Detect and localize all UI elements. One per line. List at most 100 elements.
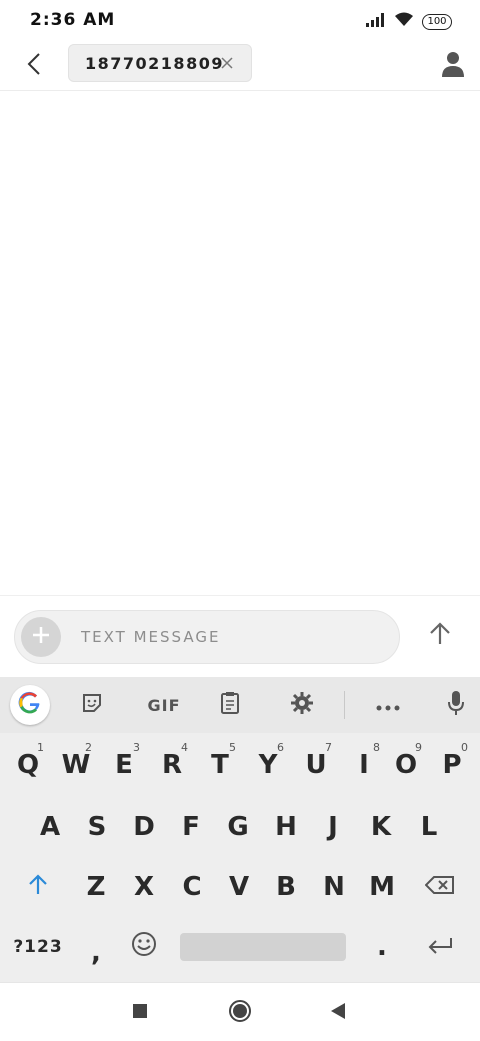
key-label: .	[377, 932, 387, 962]
back-button[interactable]	[18, 46, 50, 86]
status-time: 2:36 AM	[30, 10, 116, 30]
recipient-chip[interactable]: 18770218809	[68, 44, 252, 82]
comma-key[interactable]: ,	[76, 927, 116, 979]
key-c[interactable]: C	[172, 861, 212, 913]
key-label: V	[228, 872, 250, 902]
backspace-icon	[424, 872, 455, 902]
key-w[interactable]: W2	[56, 739, 96, 791]
sticker-icon	[81, 692, 103, 718]
key-hint: 4	[181, 741, 188, 754]
key-x[interactable]: X	[124, 861, 164, 913]
recents-button[interactable]	[126, 999, 154, 1027]
key-t[interactable]: T5	[200, 739, 240, 791]
settings-button[interactable]	[282, 685, 322, 725]
key-label: S	[87, 812, 107, 842]
remove-recipient-button[interactable]	[217, 53, 237, 73]
attach-button[interactable]	[21, 617, 61, 657]
recents-square-icon	[132, 1003, 148, 1023]
clipboard-button[interactable]	[210, 685, 250, 725]
google-g-icon	[18, 691, 42, 719]
compose-field	[14, 610, 400, 664]
mic-icon	[447, 690, 465, 720]
send-arrow-icon	[429, 622, 451, 650]
key-u[interactable]: U7	[296, 739, 336, 791]
key-label: O	[394, 750, 418, 780]
key-m[interactable]: M	[362, 861, 402, 913]
key-label: N	[323, 872, 345, 902]
enter-key[interactable]	[420, 921, 460, 973]
voice-input-button[interactable]	[436, 685, 476, 725]
key-hint: 7	[325, 741, 332, 754]
key-g[interactable]: G	[218, 801, 258, 853]
key-label: P	[442, 750, 462, 780]
key-r[interactable]: R4	[152, 739, 192, 791]
key-v[interactable]: V	[219, 861, 259, 913]
key-label: G	[227, 812, 249, 842]
send-button[interactable]	[422, 616, 458, 656]
status-icons: 100	[366, 12, 452, 31]
key-label: J	[328, 812, 338, 842]
key-label: Z	[86, 872, 106, 902]
wifi-icon	[394, 12, 414, 31]
key-s[interactable]: S	[77, 801, 117, 853]
key-label: Y	[258, 750, 278, 780]
key-label: L	[420, 812, 438, 842]
key-y[interactable]: Y6	[248, 739, 288, 791]
key-o[interactable]: O9	[386, 739, 426, 791]
message-input[interactable]	[81, 611, 381, 663]
space-key[interactable]	[180, 933, 346, 961]
message-list[interactable]	[0, 91, 480, 595]
back-arrow-icon	[27, 52, 41, 80]
key-i[interactable]: I8	[344, 739, 384, 791]
emoji-key[interactable]	[124, 921, 164, 973]
key-e[interactable]: E3	[104, 739, 144, 791]
key-n[interactable]: N	[314, 861, 354, 913]
key-j[interactable]: J	[313, 801, 353, 853]
key-label: B	[276, 872, 296, 902]
home-button[interactable]	[226, 999, 254, 1027]
key-a[interactable]: A	[30, 801, 70, 853]
key-label: T	[211, 750, 229, 780]
key-label: F	[182, 812, 200, 842]
signal-icon	[366, 12, 386, 31]
google-search-button[interactable]	[10, 685, 50, 725]
enter-arrow-icon	[427, 932, 453, 962]
key-b[interactable]: B	[266, 861, 306, 913]
key-label: W	[61, 750, 91, 780]
key-label: X	[133, 872, 155, 902]
key-h[interactable]: H	[266, 801, 306, 853]
shift-arrow-icon	[28, 872, 48, 902]
key-label: H	[275, 812, 297, 842]
gif-button[interactable]: GIF	[136, 685, 192, 725]
key-hint: 1	[37, 741, 44, 754]
more-button[interactable]	[368, 685, 408, 725]
sticker-button[interactable]	[72, 685, 112, 725]
backspace-key[interactable]	[420, 861, 460, 913]
key-z[interactable]: Z	[76, 861, 116, 913]
key-label: K	[370, 812, 392, 842]
contact-button[interactable]	[438, 48, 470, 82]
gif-label: GIF	[147, 695, 181, 715]
key-label: ,	[91, 938, 101, 968]
key-label: M	[369, 872, 395, 902]
more-dots-icon	[376, 696, 400, 715]
key-label: ?123	[13, 937, 63, 957]
key-hint: 0	[461, 741, 468, 754]
back-nav-button[interactable]	[324, 999, 352, 1027]
symbols-key[interactable]: ?123	[10, 921, 66, 973]
key-hint: 3	[133, 741, 140, 754]
key-label: C	[182, 872, 202, 902]
key-k[interactable]: K	[361, 801, 401, 853]
shift-key[interactable]	[18, 861, 58, 913]
keyboard: GIF Q1 W2 E3 R4 T5 Y6 U7 I8 O9 P 0 A S D…	[0, 677, 480, 982]
key-p[interactable]: P0	[432, 739, 472, 791]
key-q[interactable]: Q1	[8, 739, 48, 791]
period-key[interactable]: .	[362, 921, 402, 973]
plus-icon	[31, 625, 51, 649]
key-hint: 8	[373, 741, 380, 754]
key-f[interactable]: F	[171, 801, 211, 853]
back-triangle-icon	[330, 1002, 346, 1024]
key-l[interactable]: L	[409, 801, 449, 853]
key-d[interactable]: D	[124, 801, 164, 853]
battery-icon: 100	[422, 13, 452, 30]
